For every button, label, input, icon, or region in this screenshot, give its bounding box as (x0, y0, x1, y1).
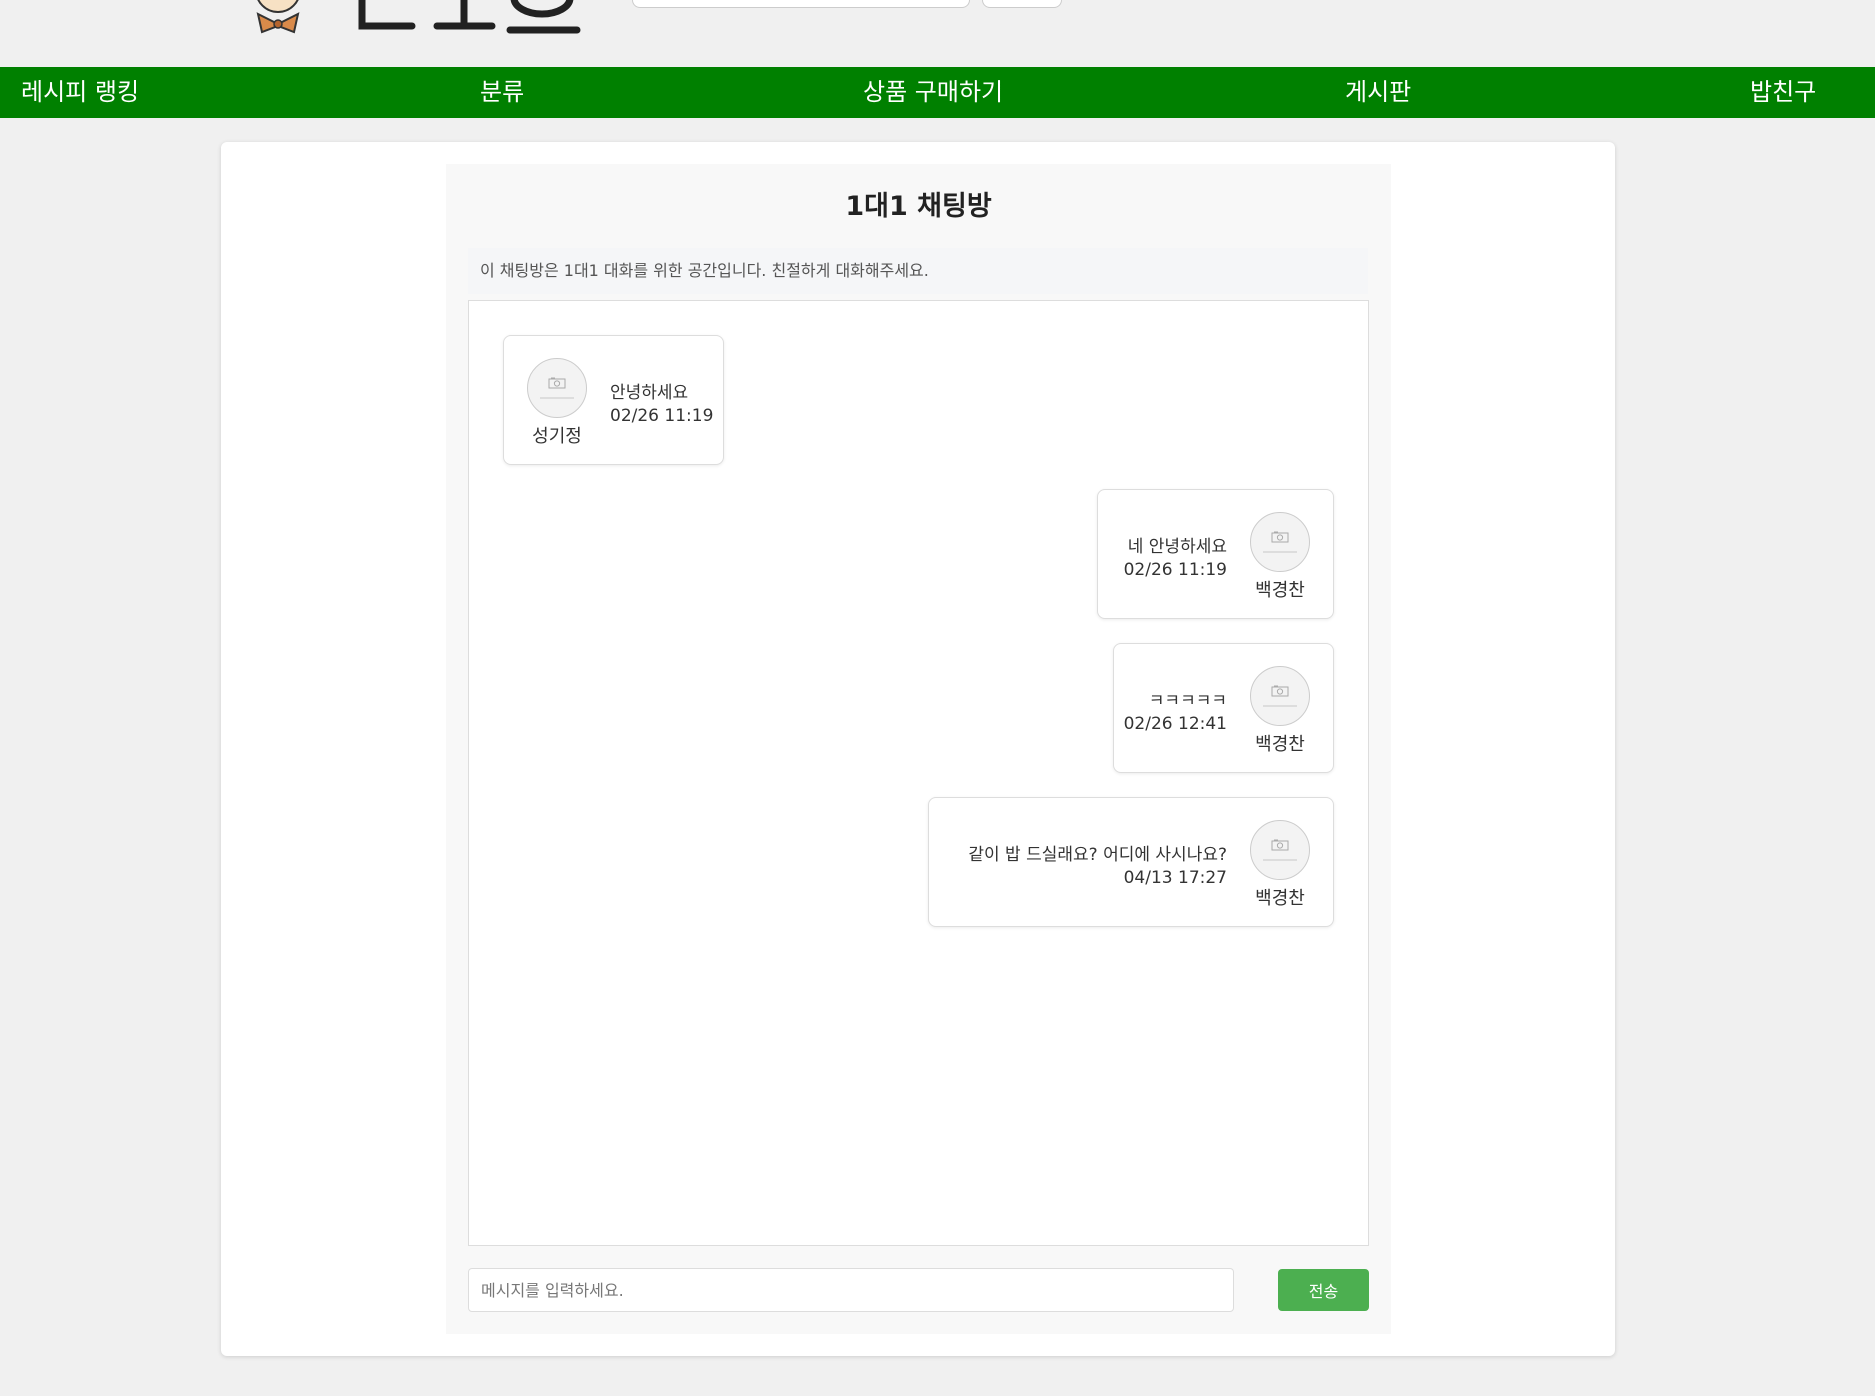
message-input[interactable] (468, 1268, 1234, 1312)
message-username: 백경찬 (1255, 580, 1305, 601)
logo-mascot-icon[interactable] (250, 0, 306, 36)
logo-text[interactable] (352, 0, 592, 64)
header-search-input[interactable] (632, 0, 970, 8)
message-body: 안녕하세요 02/26 11:19 (610, 382, 713, 428)
message-time: 02/26 11:19 (1123, 560, 1227, 580)
site-header (0, 0, 1875, 67)
message-text: 네 안녕하세요 (1127, 537, 1227, 557)
message-author: 성기정 (526, 358, 588, 448)
chat-title: 1대1 채팅방 (845, 191, 992, 222)
message-time: 04/13 17:27 (1123, 868, 1227, 888)
chat-message: 같이 밥 드실래요? 어디에 사시나요? 04/13 17:27 백경찬 (928, 797, 1334, 927)
chat-messages[interactable]: 성기정 안녕하세요 02/26 11:19 네 안녕하세요 02/26 11:1… (468, 300, 1369, 1246)
nav-item-board[interactable]: 게시판 (1345, 67, 1411, 118)
message-text: ㅋㅋㅋㅋㅋ (1148, 691, 1227, 711)
chat-message: 성기정 안녕하세요 02/26 11:19 (503, 335, 724, 465)
message-text: 같이 밥 드실래요? 어디에 사시나요? (968, 845, 1227, 865)
message-author: 백경찬 (1249, 512, 1311, 602)
camera-placeholder-icon (527, 358, 587, 418)
message-username: 성기정 (532, 426, 582, 447)
camera-placeholder-icon (1250, 512, 1310, 572)
chat-message: 네 안녕하세요 02/26 11:19 백경찬 (1097, 489, 1334, 619)
message-text: 안녕하세요 (610, 383, 689, 403)
send-button[interactable]: 전송 (1278, 1269, 1369, 1311)
message-body: 네 안녕하세요 02/26 11:19 (1124, 536, 1227, 582)
message-username: 백경찬 (1255, 734, 1305, 755)
chat-message: ㅋㅋㅋㅋㅋ 02/26 12:41 백경찬 (1113, 643, 1334, 773)
message-composer: 전송 (468, 1268, 1369, 1312)
nav-item-recipe-ranking[interactable]: 레시피 랭킹 (21, 67, 139, 118)
message-author: 백경찬 (1249, 820, 1311, 910)
header-search-button[interactable] (982, 0, 1062, 8)
chat-notice: 이 채팅방은 1대1 대화를 위한 공간입니다. 친절하게 대화해주세요. (468, 248, 1368, 294)
nav-item-shop[interactable]: 상품 구매하기 (863, 67, 1003, 118)
nav-item-category[interactable]: 분류 (480, 67, 524, 118)
camera-placeholder-icon (1250, 820, 1310, 880)
message-author: 백경찬 (1249, 666, 1311, 756)
main-card: 1대1 채팅방 이 채팅방은 1대1 대화를 위한 공간입니다. 친절하게 대화… (221, 142, 1615, 1356)
camera-placeholder-icon (1250, 666, 1310, 726)
message-time: 02/26 12:41 (1123, 714, 1227, 734)
message-body: ㅋㅋㅋㅋㅋ 02/26 12:41 (1124, 690, 1227, 736)
message-body: 같이 밥 드실래요? 어디에 사시나요? 04/13 17:27 (968, 844, 1227, 890)
nav-item-meal-buddy[interactable]: 밥친구 (1750, 67, 1816, 118)
chat-room: 1대1 채팅방 이 채팅방은 1대1 대화를 위한 공간입니다. 친절하게 대화… (446, 164, 1391, 1334)
main-nav: 레시피 랭킹 분류 상품 구매하기 게시판 밥친구 (0, 67, 1875, 118)
message-username: 백경찬 (1255, 888, 1305, 909)
message-time: 02/26 11:19 (610, 406, 714, 426)
